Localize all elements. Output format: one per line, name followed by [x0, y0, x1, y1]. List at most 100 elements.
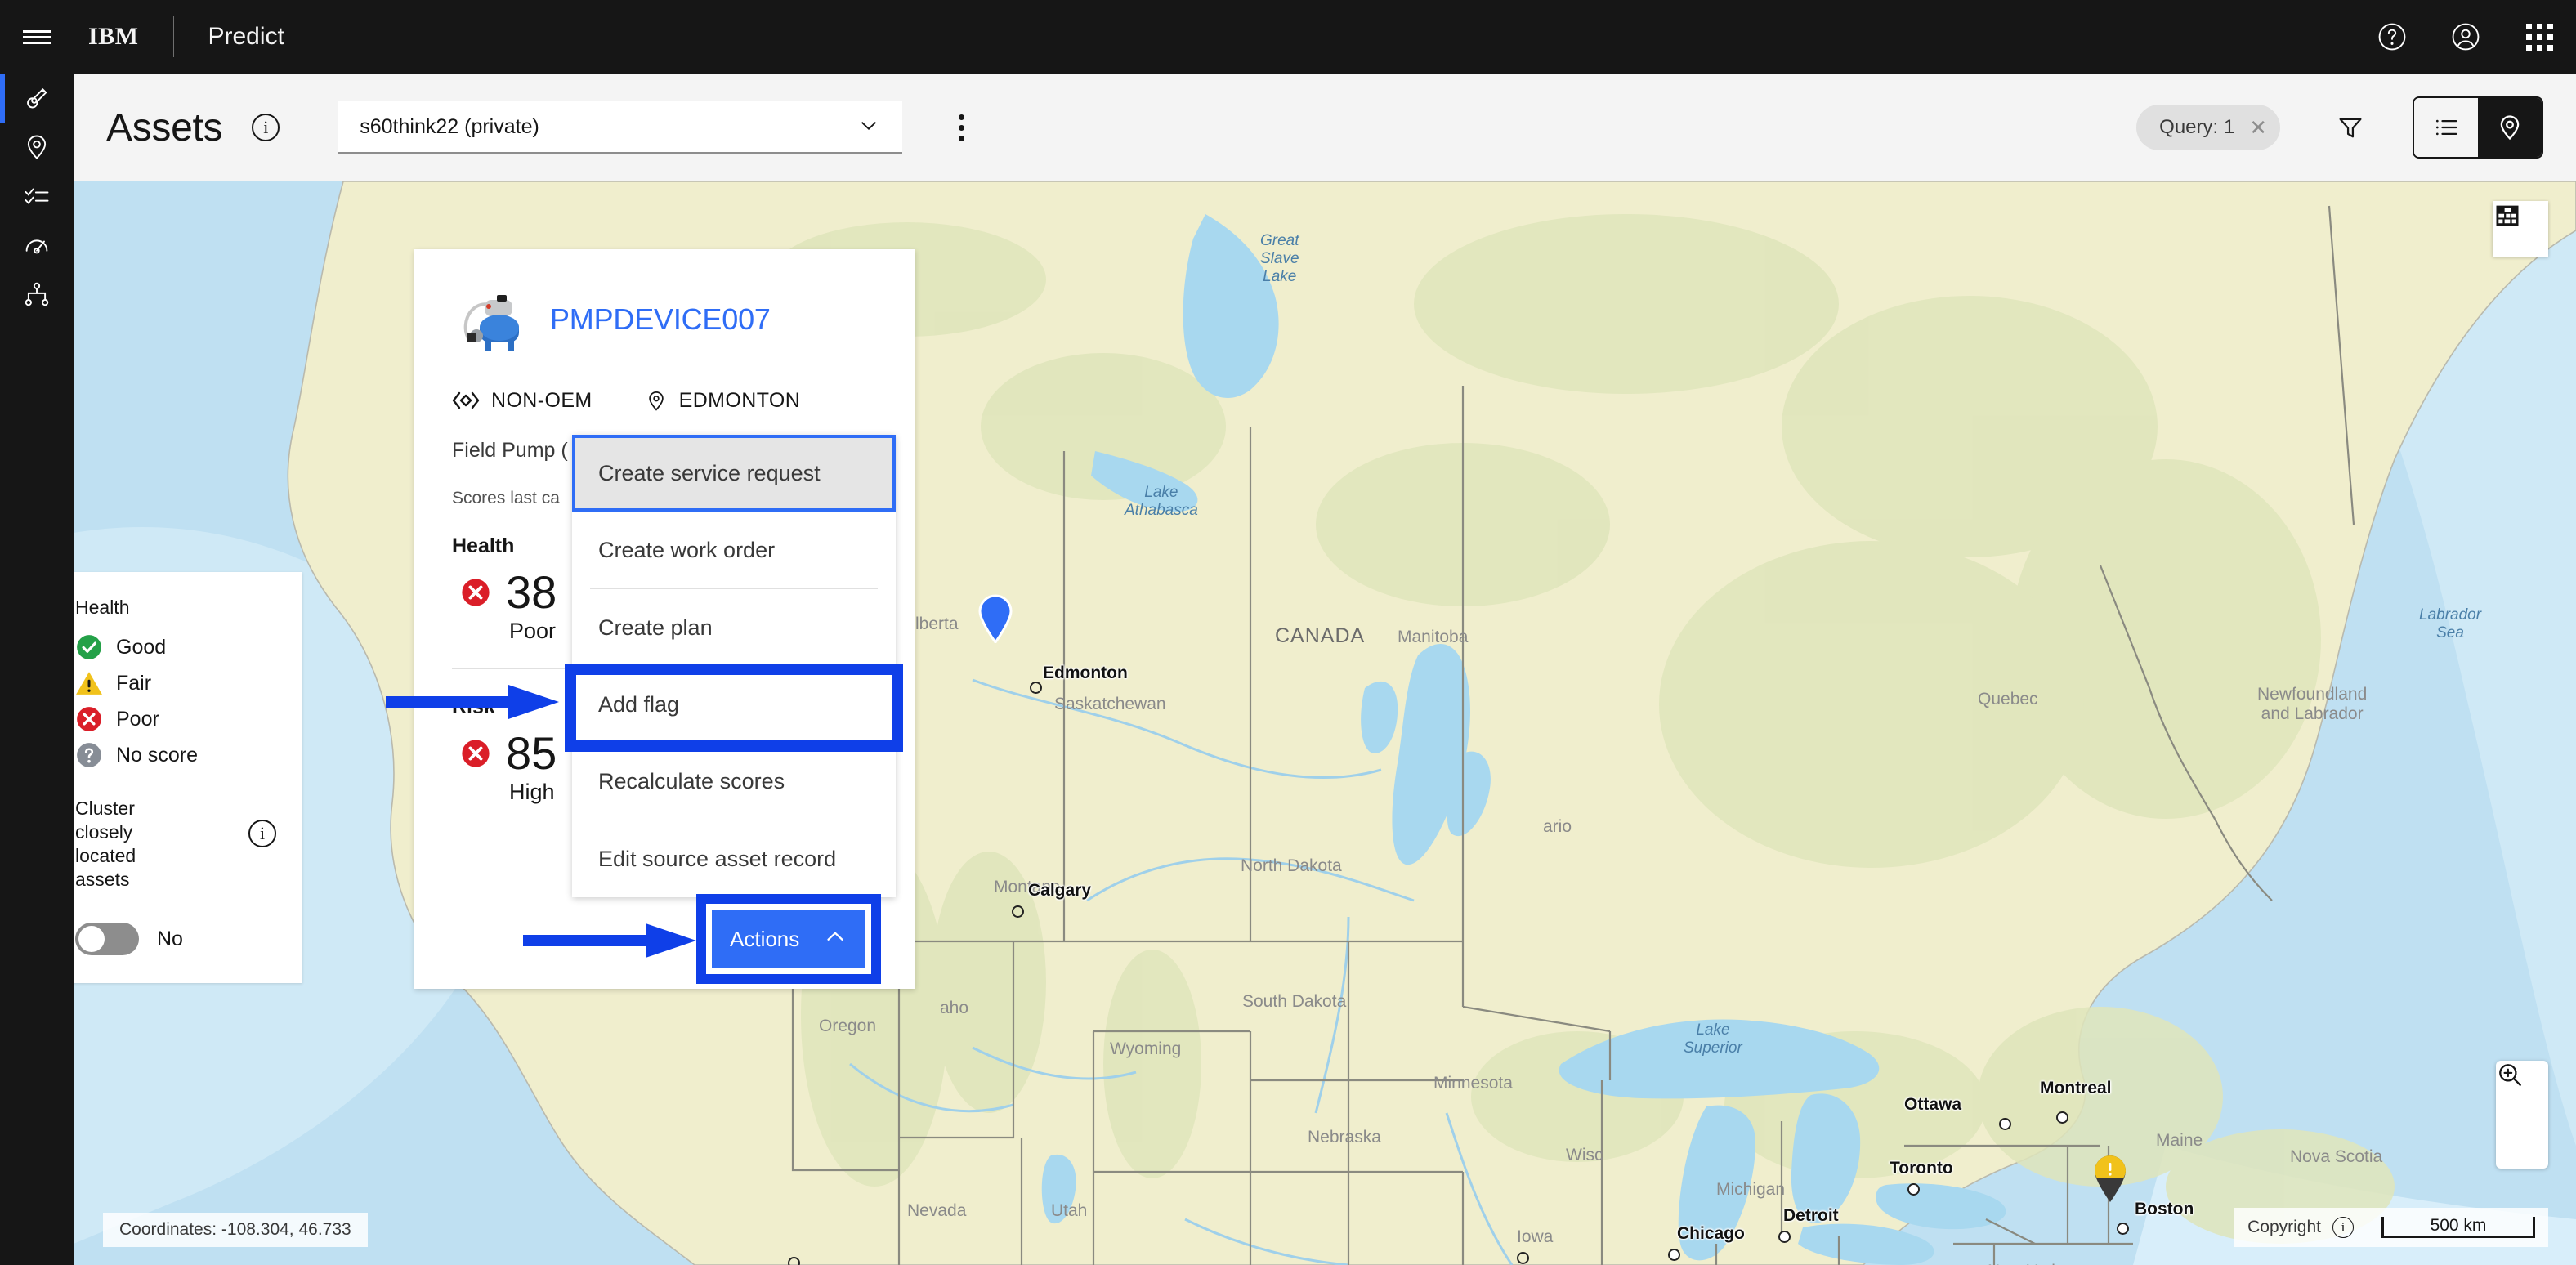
- map-zoom-controls: [2496, 1061, 2548, 1169]
- basemap-icon[interactable]: [2493, 201, 2548, 257]
- user-avatar-icon[interactable]: [2429, 0, 2502, 74]
- page-header: Assets i s60think22 (private) Query: 1 ✕: [74, 74, 2576, 181]
- asset-card-header: PMPDEVICE007: [452, 277, 878, 362]
- asset-set-select[interactable]: s60think22 (private): [338, 101, 903, 154]
- cluster-setting-label: Cluster closely located assets: [75, 798, 136, 890]
- menu-item-edit-source-asset-record[interactable]: Edit source asset record: [572, 820, 896, 897]
- city-dot: [1999, 1118, 2011, 1130]
- chevron-down-icon: [856, 113, 881, 141]
- city-dot: [788, 1257, 800, 1265]
- close-icon[interactable]: ✕: [2249, 115, 2267, 141]
- health-score-value: 38: [506, 566, 557, 618]
- list-view-icon[interactable]: [2414, 98, 2478, 157]
- sidebar-item-assets[interactable]: [0, 74, 74, 123]
- city-dot: [1668, 1249, 1680, 1261]
- app-name[interactable]: Predict: [208, 23, 284, 51]
- information-icon[interactable]: i: [2332, 1217, 2354, 1238]
- city-dot: [2056, 1111, 2068, 1124]
- page-header-actions: Query: 1 ✕: [2136, 96, 2543, 159]
- actions-button-annotated: Actions: [696, 894, 881, 984]
- hamburger-line: [23, 41, 51, 44]
- city-dot: [1012, 905, 1024, 918]
- hamburger-line: [23, 35, 51, 38]
- query-filter-tag[interactable]: Query: 1 ✕: [2136, 105, 2280, 150]
- legend-item-label: Fair: [116, 671, 152, 695]
- legend-item-label: No score: [116, 743, 199, 767]
- legend-item-fair: Fair: [75, 669, 276, 697]
- information-icon[interactable]: i: [252, 114, 280, 141]
- map-coordinates-readout: Coordinates: -108.304, 46.733: [103, 1213, 368, 1247]
- annotation-highlight-actions-button: Actions: [696, 894, 881, 984]
- zoom-out-icon[interactable]: [2496, 1064, 2548, 1169]
- actions-button-label: Actions: [730, 926, 800, 951]
- hamburger-line: [23, 29, 51, 33]
- information-icon[interactable]: i: [248, 820, 276, 847]
- map-legend-panel: Health Good Fair Poor No score Cluster c…: [49, 572, 302, 983]
- map-copyright-bar: Copyright i 500 km: [2234, 1208, 2548, 1247]
- city-dot: [1778, 1231, 1791, 1243]
- city-dot: [1907, 1183, 1920, 1196]
- menu-item-add-flag[interactable]: Add flag: [572, 666, 896, 743]
- legend-title: Health: [75, 597, 130, 618]
- map-scale-bar: 500 km: [2381, 1217, 2535, 1238]
- question-circle-icon: [77, 743, 101, 767]
- asset-meta-row: NON-OEM EDMONTON: [452, 387, 878, 414]
- warning-triangle-icon: [76, 672, 102, 695]
- ibm-logo-text: IBM: [88, 23, 139, 50]
- page-title: Assets: [106, 105, 223, 150]
- legend-item-no-score: No score: [75, 741, 276, 769]
- cluster-toggle-row: No: [75, 923, 276, 955]
- sidebar-item-hierarchy[interactable]: [0, 270, 74, 319]
- map-pin-icon: [648, 391, 664, 411]
- pump-photo: [452, 277, 537, 362]
- legend-item-label: Poor: [116, 707, 159, 731]
- risk-score-value: 85: [506, 727, 557, 779]
- asset-name-link[interactable]: PMPDEVICE007: [550, 302, 771, 337]
- app-switcher-grid: [2525, 23, 2553, 51]
- legend-item-label: Good: [116, 635, 167, 659]
- hamburger-menu-icon[interactable]: [0, 0, 74, 74]
- asset-location-label: EDMONTON: [678, 388, 801, 412]
- menu-item-recalculate-scores[interactable]: Recalculate scores: [572, 743, 896, 820]
- city-dot: [2117, 1223, 2129, 1235]
- asset-location-group: EDMONTON: [645, 387, 801, 414]
- view-toggle-group: [2413, 96, 2543, 159]
- edmonton-asset-pin[interactable]: [977, 594, 1013, 643]
- error-circle-icon: [77, 707, 101, 731]
- legend-item-poor: Poor: [75, 705, 276, 733]
- brand-area: IBM Predict: [74, 0, 284, 74]
- help-icon[interactable]: [2355, 0, 2429, 74]
- cluster-toggle-value: No: [157, 927, 183, 950]
- error-circle-icon: [462, 740, 490, 767]
- brand-divider: [172, 16, 174, 57]
- actions-button[interactable]: Actions: [712, 910, 865, 968]
- actions-button-inner-frame: Actions: [706, 904, 871, 974]
- menu-item-create-plan[interactable]: Create plan: [572, 589, 896, 666]
- map-copyright-label[interactable]: Copyright: [2247, 1218, 2321, 1237]
- cluster-toggle-knob: [78, 926, 105, 952]
- top-navigation-bar: IBM Predict: [0, 0, 2576, 74]
- legend-item-good: Good: [75, 633, 276, 661]
- sidebar-item-tasks[interactable]: [0, 172, 74, 221]
- actions-dropdown-menu: Create service request Create work order…: [572, 435, 896, 897]
- map-view-icon[interactable]: [2478, 98, 2542, 157]
- check-circle-icon: [77, 635, 101, 659]
- filter-icon[interactable]: [2326, 103, 2375, 152]
- left-sidebar: [0, 74, 74, 1265]
- menu-item-create-service-request[interactable]: Create service request: [572, 435, 896, 512]
- asset-set-select-value: s60think22 (private): [360, 114, 539, 138]
- sidebar-item-locations[interactable]: [0, 123, 74, 172]
- app-switcher-icon[interactable]: [2502, 0, 2576, 74]
- map-scale-label: 500 km: [2430, 1216, 2487, 1235]
- sidebar-item-performance[interactable]: [0, 221, 74, 270]
- error-circle-icon: [462, 579, 490, 606]
- overflow-menu-icon[interactable]: [938, 105, 984, 150]
- query-filter-tag-label: Query: 1: [2159, 116, 2235, 138]
- chevron-up-icon: [823, 924, 847, 954]
- asset-oem-label: NON-OEM: [491, 388, 593, 412]
- city-dot: [1030, 682, 1042, 694]
- non-oem-icon: [452, 391, 480, 409]
- menu-item-create-work-order[interactable]: Create work order: [572, 512, 896, 588]
- cluster-toggle[interactable]: [75, 923, 139, 955]
- boston-asset-pin[interactable]: [2092, 1154, 2128, 1203]
